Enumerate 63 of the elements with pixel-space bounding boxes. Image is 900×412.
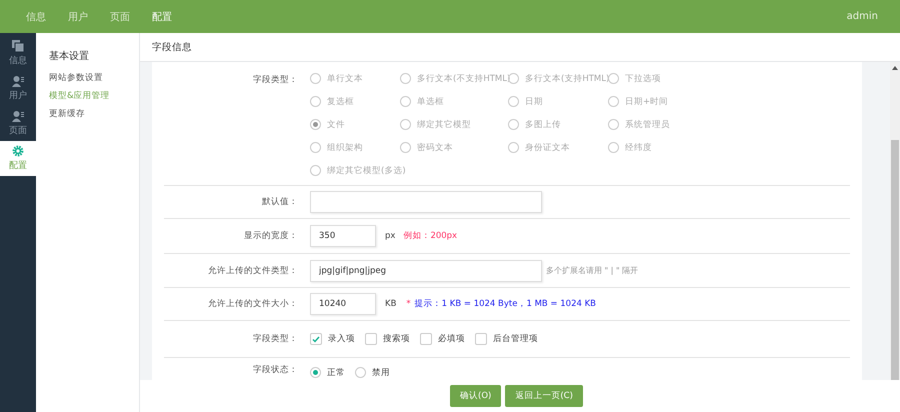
radio-option[interactable]: 复选框 bbox=[310, 93, 354, 110]
radio-option[interactable]: 多图上传 bbox=[508, 116, 561, 133]
submenu-heading: 基本设置 bbox=[49, 50, 90, 63]
nav-tab[interactable]: 页面 bbox=[110, 10, 130, 24]
checkbox-option[interactable]: 必填项 bbox=[420, 330, 465, 348]
default-value-field[interactable] bbox=[310, 191, 542, 213]
width-field[interactable]: 350 bbox=[310, 225, 376, 247]
checkbox-option[interactable]: 录入项 bbox=[310, 330, 355, 348]
sidebar-item[interactable]: 信息 bbox=[0, 36, 36, 71]
submenu-item[interactable]: 网站参数设置 bbox=[49, 72, 139, 84]
radio-option[interactable]: 组织架构 bbox=[310, 139, 363, 156]
scrollbar[interactable] bbox=[890, 62, 900, 380]
radio-option[interactable]: 正常 bbox=[310, 364, 345, 380]
back-button[interactable]: 返回上一页(C) bbox=[505, 385, 583, 407]
example-hint: 例如：200px bbox=[403, 230, 458, 242]
field-label: 默认值： bbox=[261, 196, 299, 208]
gear-icon bbox=[12, 145, 24, 157]
radio-option[interactable]: 绑定其它模型 bbox=[400, 116, 471, 133]
submenu-item[interactable]: 模型&应用管理 bbox=[49, 90, 139, 102]
field-label: 允许上传的文件大小： bbox=[207, 298, 299, 310]
pages-icon bbox=[12, 40, 24, 52]
radio-option[interactable]: 密码文本 bbox=[400, 139, 453, 156]
nav-tab[interactable]: 配置 bbox=[152, 10, 172, 24]
unit-label: px bbox=[385, 231, 396, 241]
radio-option[interactable]: 文件 bbox=[310, 116, 345, 133]
radio-option[interactable]: 下拉选项 bbox=[608, 70, 661, 87]
field-label: 字段类型： bbox=[252, 74, 299, 86]
checkbox-option[interactable]: 搜索项 bbox=[365, 330, 410, 348]
user-icon bbox=[12, 76, 24, 86]
radio-option[interactable]: 经纬度 bbox=[608, 139, 652, 156]
user-name[interactable]: admin bbox=[846, 11, 878, 22]
nav-tab[interactable]: 信息 bbox=[26, 10, 46, 24]
radio-option[interactable]: 系统管理员 bbox=[608, 116, 670, 133]
radio-option[interactable]: 日期 bbox=[508, 93, 543, 110]
file-size-field[interactable]: 10240 bbox=[310, 293, 376, 315]
radio-option[interactable]: 禁用 bbox=[355, 364, 390, 380]
radio-option[interactable]: 多行文本(支持HTML) bbox=[508, 70, 610, 87]
user-icon bbox=[12, 110, 24, 122]
field-label: 字段状态： bbox=[252, 364, 299, 376]
file-types-field[interactable]: jpg|gif|png|jpeg bbox=[310, 260, 542, 282]
checkbox-option[interactable]: 后台管理项 bbox=[475, 330, 538, 348]
panel-title: 字段信息 bbox=[152, 40, 192, 54]
field-label: 字段类型： bbox=[252, 333, 299, 345]
submenu-item[interactable]: 更新缓存 bbox=[49, 108, 139, 120]
sidebar-item[interactable]: 用户 bbox=[0, 71, 36, 106]
separator-hint: 多个扩展名请用 " | " 隔开 bbox=[546, 265, 638, 276]
size-hint: 提示：1 KB = 1024 Byte，1 MB = 1024 KB bbox=[414, 298, 596, 310]
check-icon bbox=[312, 336, 320, 342]
radio-option[interactable]: 多行文本(不支持HTML) bbox=[400, 70, 510, 87]
radio-option[interactable]: 日期+时间 bbox=[608, 93, 668, 110]
unit-label: KB bbox=[385, 299, 396, 309]
radio-option[interactable]: 身份证文本 bbox=[508, 139, 570, 156]
scroll-up-icon[interactable] bbox=[892, 66, 898, 70]
field-label: 显示的宽度： bbox=[243, 230, 299, 242]
sidebar-item[interactable]: 页面 bbox=[0, 106, 36, 141]
radio-option[interactable]: 单选框 bbox=[400, 93, 444, 110]
required-mark: * bbox=[406, 299, 411, 309]
radio-option[interactable]: 绑定其它模型(多选) bbox=[310, 162, 406, 179]
nav-tab[interactable]: 用户 bbox=[68, 10, 88, 24]
confirm-button[interactable]: 确认(O) bbox=[450, 385, 502, 407]
sidebar-item[interactable]: 配置 bbox=[0, 141, 36, 176]
field-label: 允许上传的文件类型： bbox=[207, 264, 299, 276]
radio-option[interactable]: 单行文本 bbox=[310, 70, 363, 87]
